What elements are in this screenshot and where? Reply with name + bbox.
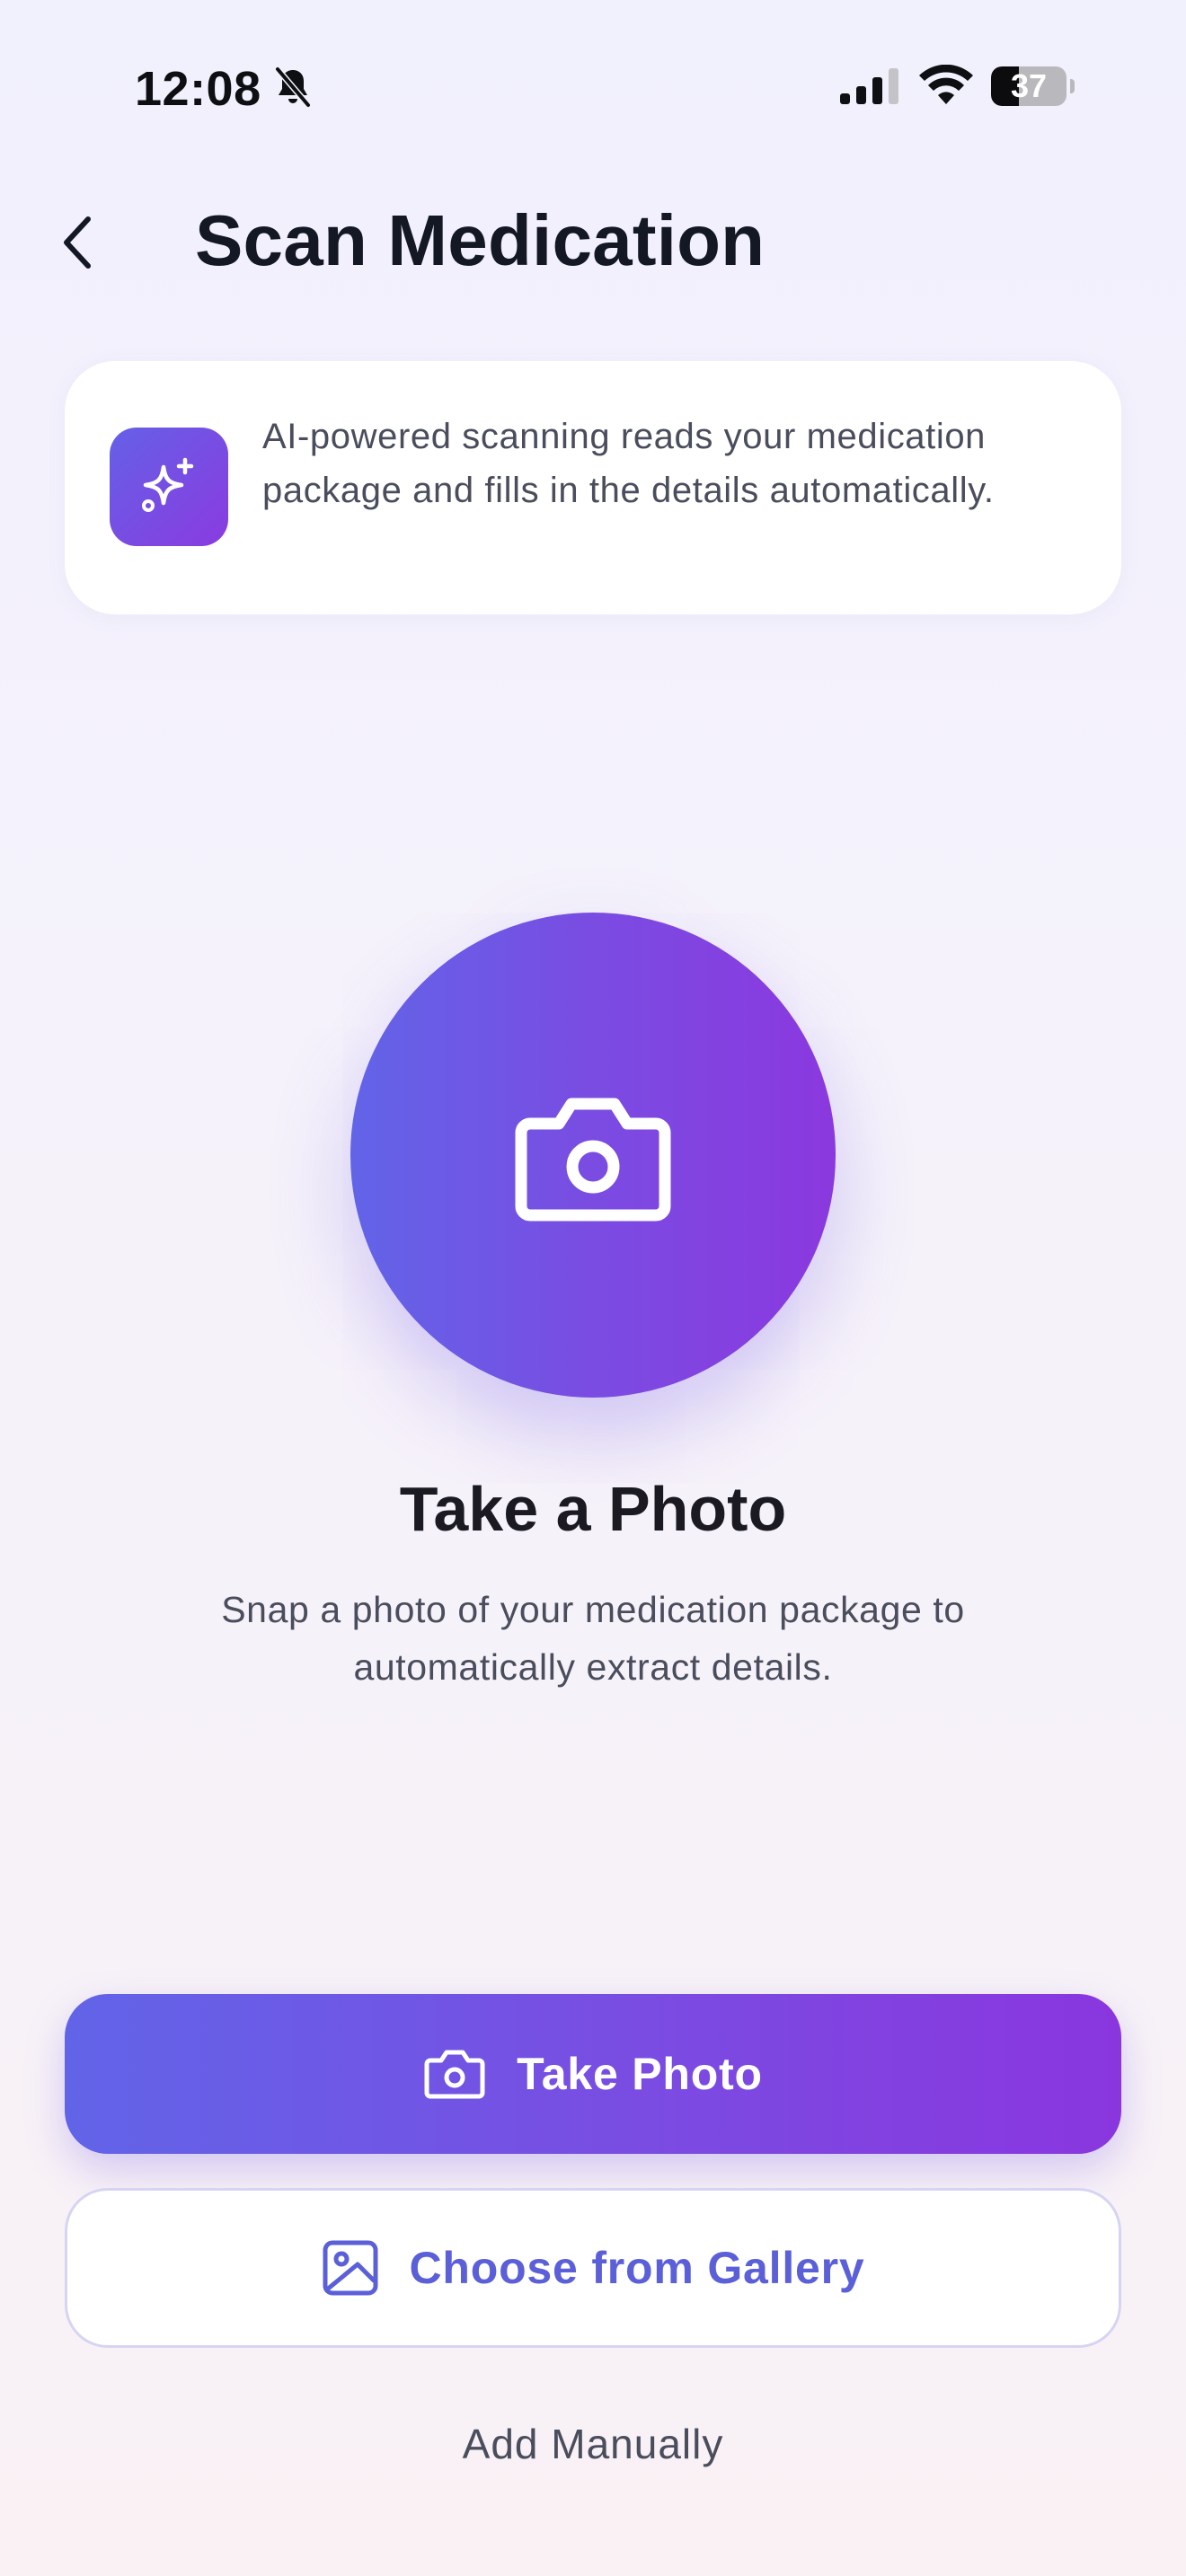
chevron-left-icon [64,216,91,269]
ai-badge [110,428,228,546]
battery-body: 37 [991,66,1067,106]
battery-level: 37 [1010,67,1048,104]
choose-gallery-button[interactable]: Choose from Gallery [65,2188,1121,2348]
image-icon [323,2240,377,2296]
take-photo-button[interactable]: Take Photo [65,1994,1121,2154]
hero-title: Take a Photo [399,1474,787,1544]
back-button[interactable] [49,207,106,278]
status-bar: 12:08 37 [0,0,1186,171]
add-manually-link[interactable]: Add Manually [0,2420,1186,2468]
sparkles-icon [142,457,194,512]
camera-hero-button[interactable] [350,913,836,1398]
hero-description: Snap a photo of your medication package … [221,1589,965,1688]
take-photo-label: Take Photo [517,2049,763,2099]
cellular-signal-icon [840,68,898,104]
status-time: 12:08 [135,62,261,116]
camera-icon [515,1098,671,1222]
choose-gallery-label: Choose from Gallery [409,2243,865,2293]
battery-icon: 37 [991,66,1075,106]
bell-slash-icon [274,66,312,109]
ai-info-card: AI-powered scanning reads your medicatio… [65,361,1121,614]
ai-info-text: AI-powered scanning reads your medicatio… [262,417,995,510]
wifi-icon [919,65,973,104]
battery-nub [1070,79,1075,93]
page-title: Scan Medication [195,200,766,280]
camera-icon [424,2050,485,2099]
